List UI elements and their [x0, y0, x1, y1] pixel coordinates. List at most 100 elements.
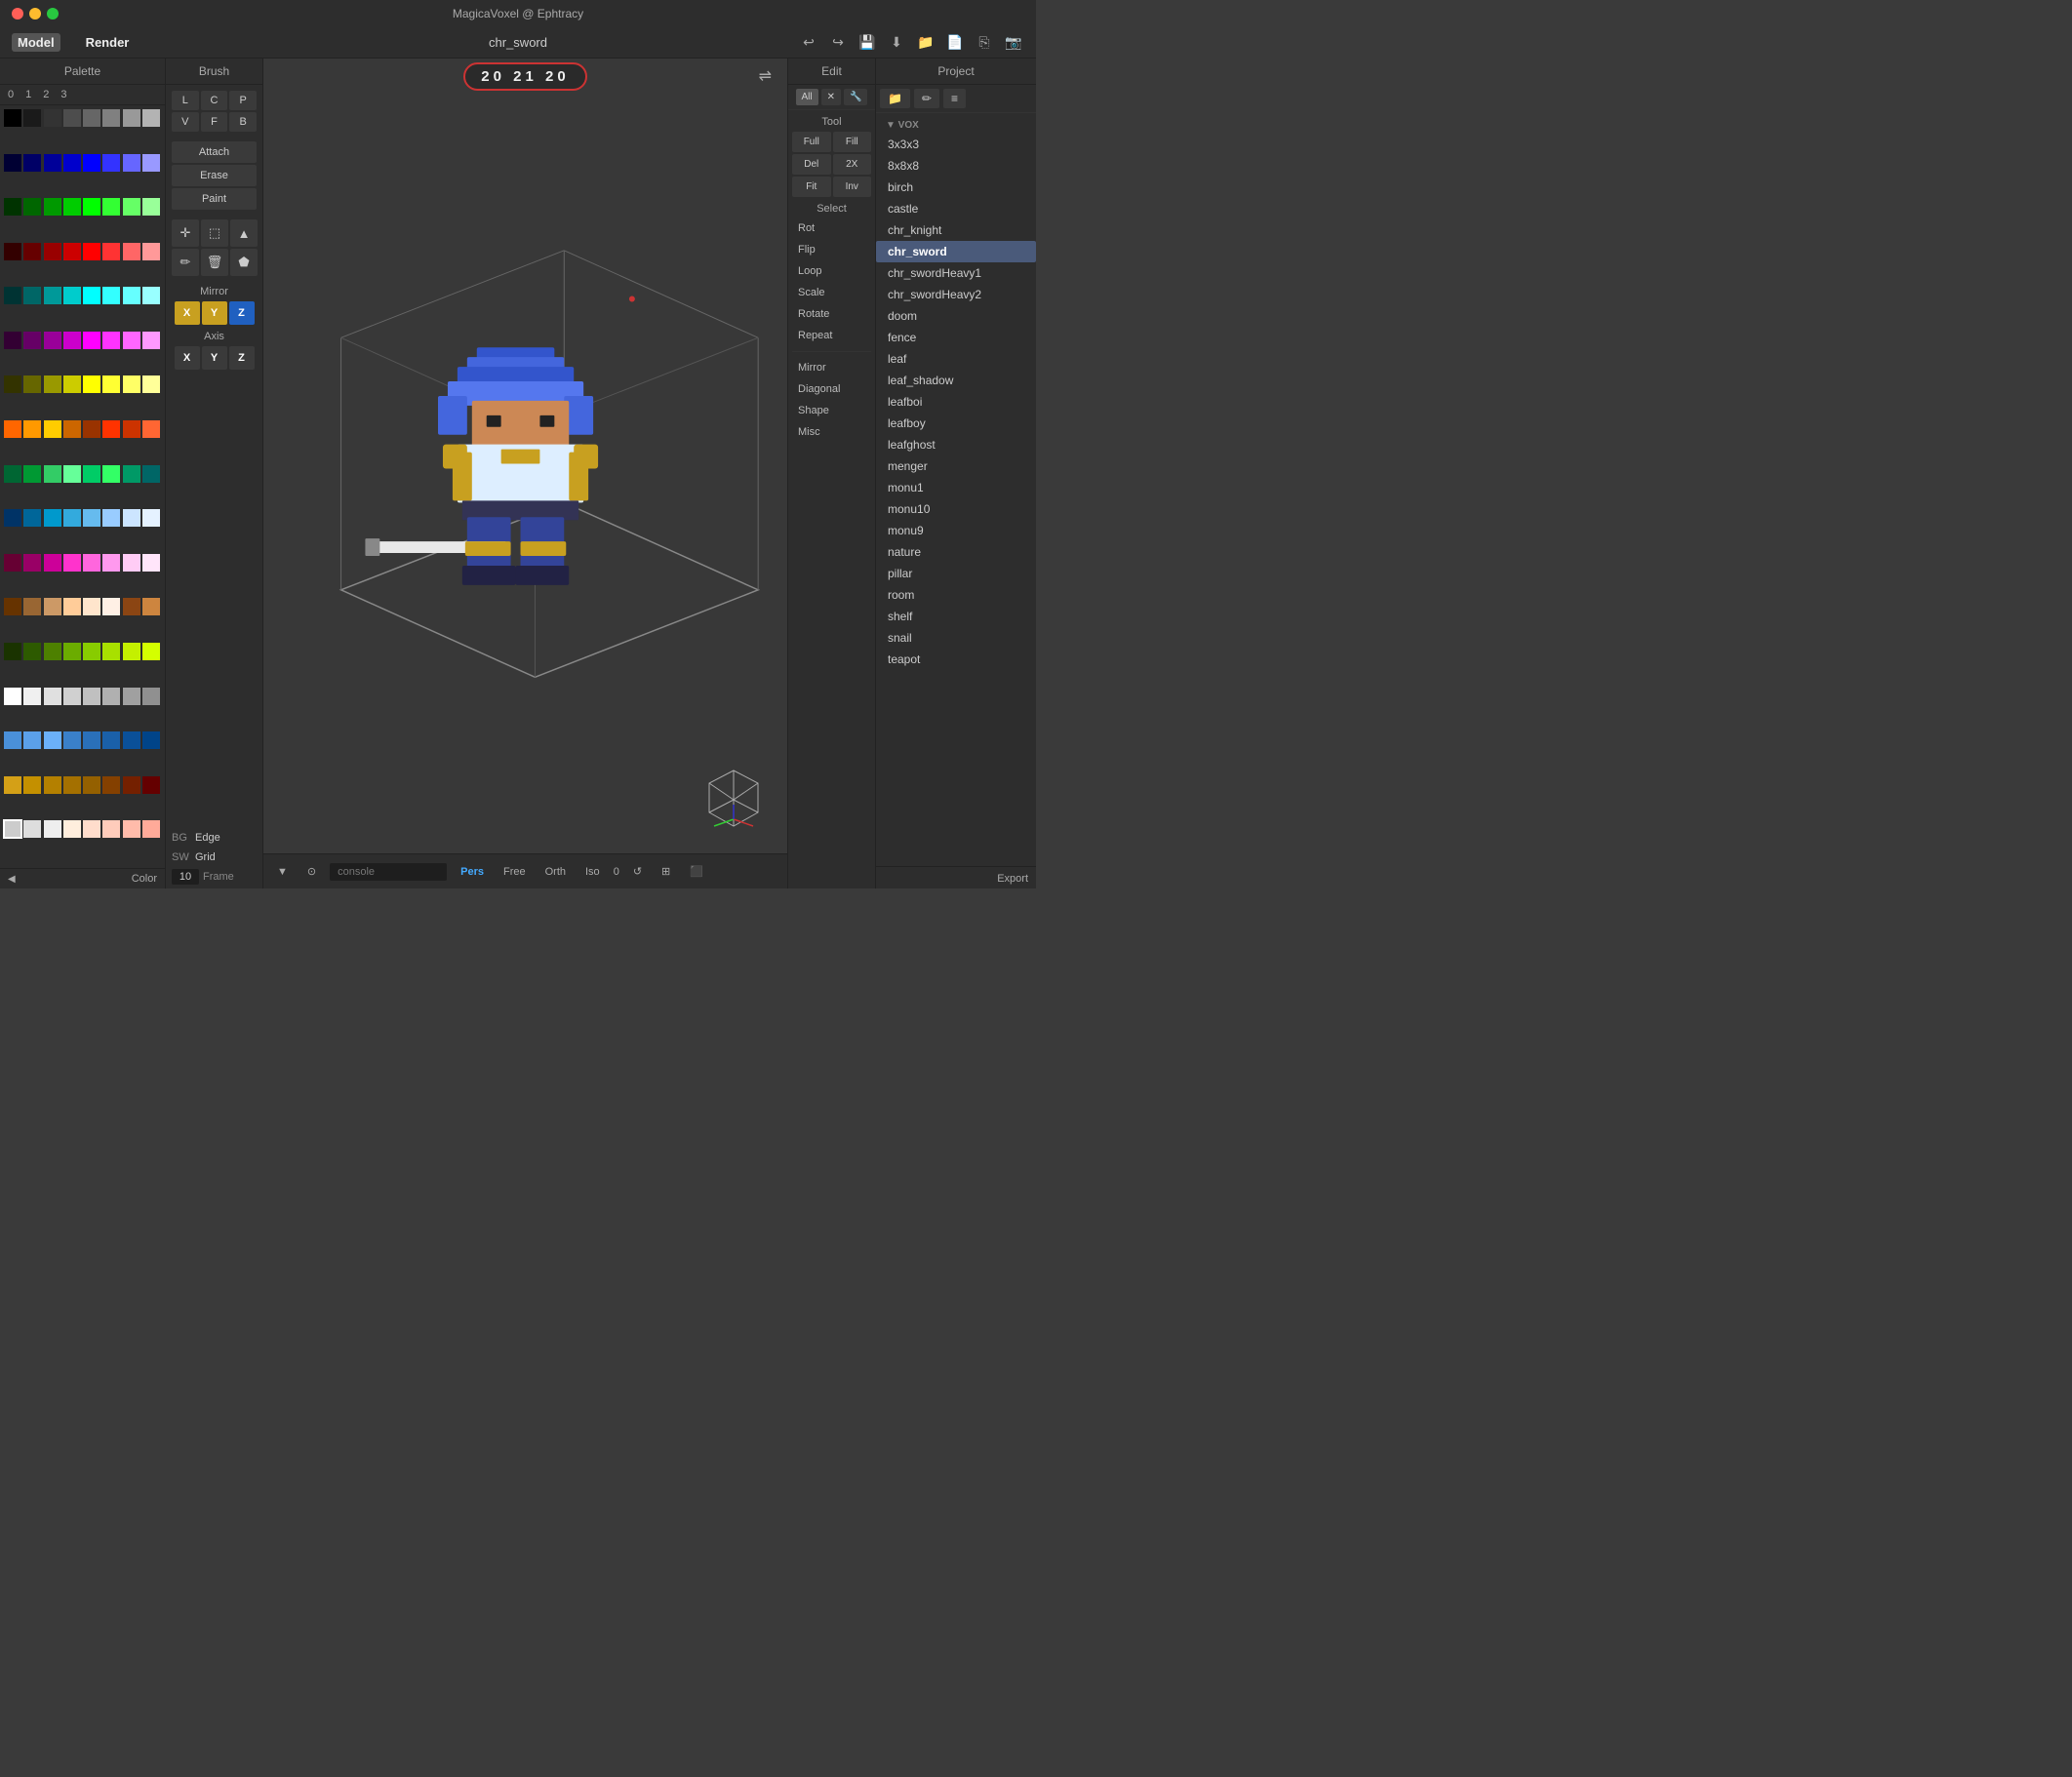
color-swatch-81[interactable] — [23, 554, 41, 572]
project-list-icon[interactable]: ≡ — [943, 89, 966, 108]
color-swatch-40[interactable] — [4, 332, 21, 349]
color-swatch-56[interactable] — [4, 420, 21, 438]
edit-rotate[interactable]: Rotate — [792, 304, 871, 324]
project-item-monu9[interactable]: monu9 — [876, 520, 1036, 541]
color-swatch-42[interactable] — [44, 332, 61, 349]
color-swatch-18[interactable] — [44, 198, 61, 216]
brush-tool-pencil[interactable]: ✏ — [172, 249, 199, 276]
color-swatch-35[interactable] — [63, 287, 81, 304]
brush-tool-fill[interactable]: ⬟ — [230, 249, 258, 276]
maximize-button[interactable] — [47, 8, 59, 20]
pers-button[interactable]: Pers — [455, 864, 490, 880]
color-swatch-36[interactable] — [83, 287, 100, 304]
brush-mode-P[interactable]: P — [229, 91, 257, 110]
project-edit-icon[interactable]: ✏ — [914, 89, 939, 108]
color-swatch-50[interactable] — [44, 375, 61, 393]
color-swatch-127[interactable] — [142, 776, 160, 794]
color-swatch-102[interactable] — [123, 643, 140, 660]
color-swatch-121[interactable] — [23, 776, 41, 794]
project-item-menger[interactable]: menger — [876, 455, 1036, 477]
color-swatch-51[interactable] — [63, 375, 81, 393]
color-swatch-30[interactable] — [123, 243, 140, 260]
color-swatch-48[interactable] — [4, 375, 21, 393]
color-swatch-96[interactable] — [4, 643, 21, 660]
color-swatch-60[interactable] — [83, 420, 100, 438]
project-item-castle[interactable]: castle — [876, 198, 1036, 219]
project-item-8x8x8[interactable]: 8x8x8 — [876, 155, 1036, 177]
color-swatch-21[interactable] — [102, 198, 120, 216]
viewport-canvas[interactable] — [263, 94, 787, 853]
filter-all[interactable]: All — [796, 89, 818, 105]
orth-button[interactable]: Orth — [539, 864, 572, 880]
color-swatch-68[interactable] — [83, 465, 100, 483]
color-swatch-57[interactable] — [23, 420, 41, 438]
color-swatch-41[interactable] — [23, 332, 41, 349]
color-swatch-28[interactable] — [83, 243, 100, 260]
color-swatch-85[interactable] — [102, 554, 120, 572]
color-swatch-8[interactable] — [4, 154, 21, 172]
close-button[interactable] — [12, 8, 23, 20]
color-swatch-91[interactable] — [63, 598, 81, 615]
palette-tab-3[interactable]: 3 — [60, 89, 66, 100]
project-item-shelf[interactable]: shelf — [876, 606, 1036, 627]
color-swatch-69[interactable] — [102, 465, 120, 483]
project-item-chr_knight[interactable]: chr_knight — [876, 219, 1036, 241]
color-swatch-13[interactable] — [102, 154, 120, 172]
color-swatch-131[interactable] — [63, 820, 81, 838]
edit-diagonal[interactable]: Diagonal — [792, 379, 871, 399]
color-swatch-16[interactable] — [4, 198, 21, 216]
color-swatch-2[interactable] — [44, 109, 61, 127]
save-button[interactable]: 💾 — [857, 32, 878, 54]
edit-misc[interactable]: Misc — [792, 422, 871, 442]
color-swatch-70[interactable] — [123, 465, 140, 483]
export-button[interactable]: Export — [997, 873, 1028, 885]
color-swatch-7[interactable] — [142, 109, 160, 127]
grid-toggle-button[interactable]: ⊞ — [656, 863, 676, 880]
tool-inv[interactable]: Inv — [833, 177, 872, 197]
color-swatch-92[interactable] — [83, 598, 100, 615]
camera-capture-button[interactable]: ⊙ — [301, 863, 322, 880]
color-swatch-34[interactable] — [44, 287, 61, 304]
brush-paint[interactable]: Paint — [172, 188, 257, 210]
color-swatch-63[interactable] — [142, 420, 160, 438]
color-swatch-5[interactable] — [102, 109, 120, 127]
project-item-birch[interactable]: birch — [876, 177, 1036, 198]
color-swatch-75[interactable] — [63, 509, 81, 527]
project-item-room[interactable]: room — [876, 584, 1036, 606]
color-swatch-17[interactable] — [23, 198, 41, 216]
project-item-nature[interactable]: nature — [876, 541, 1036, 563]
reset-view-button[interactable]: ↺ — [627, 863, 648, 880]
color-swatch-61[interactable] — [102, 420, 120, 438]
color-swatch-88[interactable] — [4, 598, 21, 615]
color-swatch-87[interactable] — [142, 554, 160, 572]
file-button[interactable]: 📄 — [944, 32, 966, 54]
tool-del[interactable]: Del — [792, 154, 831, 175]
mirror-x[interactable]: X — [175, 301, 200, 325]
brush-tool-select[interactable]: ⬚ — [201, 219, 228, 247]
color-swatch-23[interactable] — [142, 198, 160, 216]
mirror-y[interactable]: Y — [202, 301, 227, 325]
axis-x[interactable]: X — [175, 346, 200, 370]
axis-y[interactable]: Y — [202, 346, 227, 370]
download-button[interactable]: ⬇ — [886, 32, 907, 54]
color-swatch-95[interactable] — [142, 598, 160, 615]
brush-mode-V[interactable]: V — [172, 112, 199, 132]
color-swatch-62[interactable] — [123, 420, 140, 438]
project-item-teapot[interactable]: teapot — [876, 649, 1036, 670]
color-swatch-105[interactable] — [23, 688, 41, 705]
color-swatch-71[interactable] — [142, 465, 160, 483]
edit-rot[interactable]: Rot — [792, 218, 871, 238]
filter-tool[interactable]: 🔧 — [844, 89, 867, 105]
dropdown-button[interactable]: ▼ — [271, 864, 294, 880]
color-swatch-65[interactable] — [23, 465, 41, 483]
color-swatch-53[interactable] — [102, 375, 120, 393]
color-swatch-73[interactable] — [23, 509, 41, 527]
brush-mode-L[interactable]: L — [172, 91, 199, 110]
edit-mirror[interactable]: Mirror — [792, 358, 871, 377]
project-folder-icon[interactable]: 📁 — [880, 89, 910, 108]
project-item-monu10[interactable]: monu10 — [876, 498, 1036, 520]
edit-flip[interactable]: Flip — [792, 240, 871, 259]
palette-tab-1[interactable]: 1 — [25, 89, 31, 100]
edit-loop[interactable]: Loop — [792, 261, 871, 281]
color-swatch-22[interactable] — [123, 198, 140, 216]
